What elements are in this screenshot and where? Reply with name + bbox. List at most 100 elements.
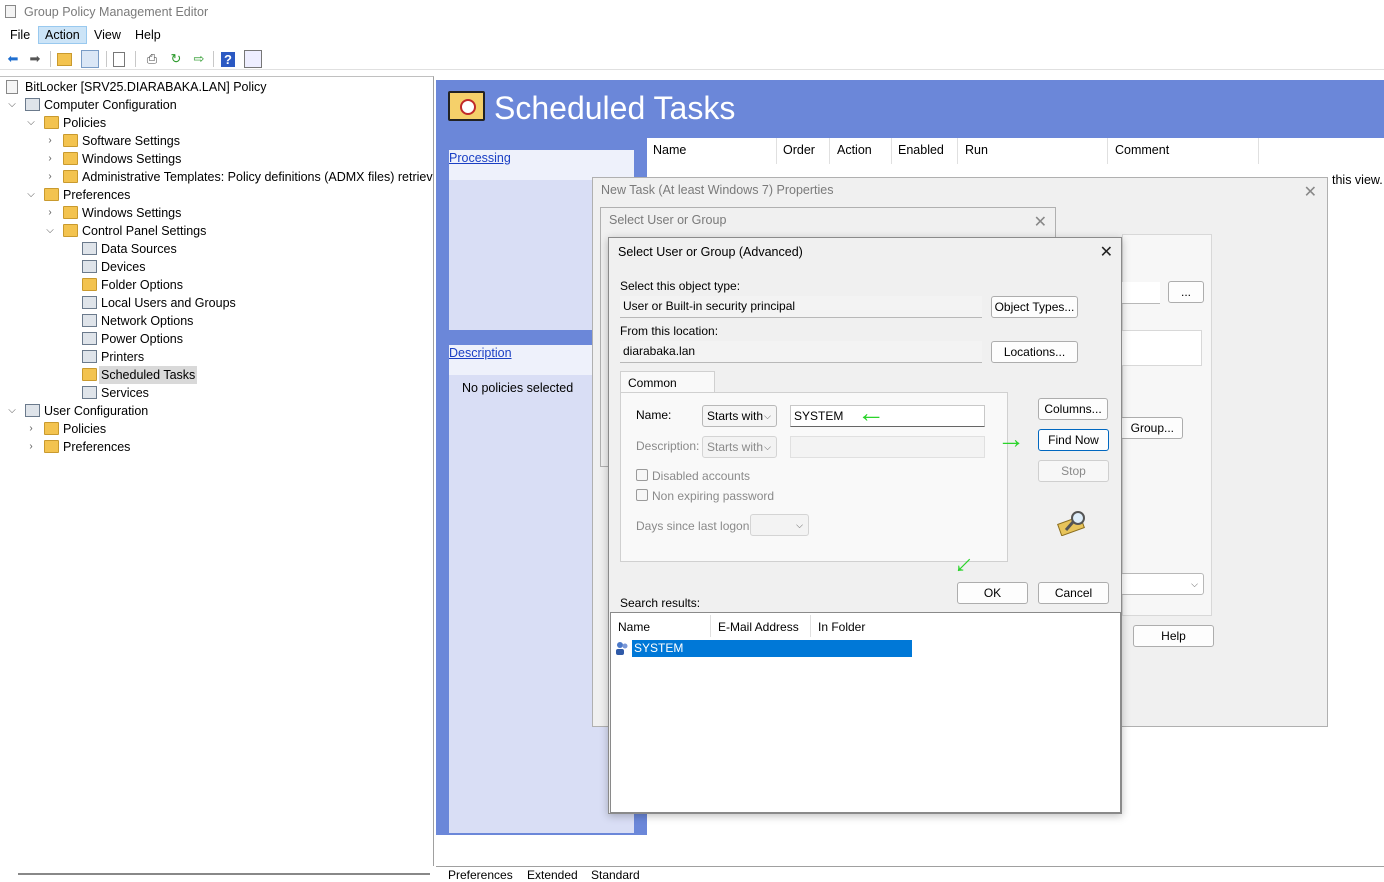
results-column-name[interactable]: Name xyxy=(618,620,650,634)
search-results-list[interactable]: Name E-Mail Address In Folder SYSTEM xyxy=(610,612,1121,813)
chevron-down-icon[interactable]: ⌵ xyxy=(25,186,37,204)
select-user-group-advanced-dialog: Select User or Group (Advanced) ✕ Select… xyxy=(608,237,1122,814)
control-panel-icon xyxy=(63,224,78,237)
dialog-title: Select User or Group xyxy=(609,213,727,227)
network-icon xyxy=(82,314,97,327)
printer-icon xyxy=(82,350,97,363)
chevron-down-icon[interactable]: ⌵ xyxy=(25,114,37,132)
ok-button[interactable]: OK xyxy=(957,582,1028,604)
folder-icon xyxy=(44,422,59,435)
days-since-logon-select[interactable]: ⌵ xyxy=(750,514,809,536)
columns-button[interactable]: Columns... xyxy=(1038,398,1108,420)
change-group-button[interactable]: Group... xyxy=(1120,417,1183,439)
days-since-logon-label: Days since last logon: xyxy=(636,519,753,533)
description-input[interactable] xyxy=(790,436,985,458)
result-system: SYSTEM xyxy=(632,640,912,657)
empty-view-message: this view. xyxy=(1332,173,1383,187)
disabled-accounts-checkbox[interactable] xyxy=(636,469,648,481)
window-title: Group Policy Management Editor xyxy=(24,5,209,19)
column-header-run[interactable]: Run xyxy=(965,143,988,157)
column-header-order[interactable]: Order xyxy=(783,143,815,157)
chevron-right-icon[interactable]: › xyxy=(25,420,37,438)
processing-link[interactable]: Processing xyxy=(449,151,511,165)
column-header-comment[interactable]: Comment xyxy=(1115,143,1169,157)
folder-icon xyxy=(63,170,78,183)
power-icon xyxy=(82,332,97,345)
locations-button[interactable]: Locations... xyxy=(991,341,1078,363)
chevron-right-icon[interactable]: › xyxy=(44,150,56,168)
results-column-email[interactable]: E-Mail Address xyxy=(718,620,799,634)
close-icon[interactable]: ✕ xyxy=(1100,242,1113,262)
chevron-down-icon[interactable]: ⌵ xyxy=(6,96,18,114)
task-dropdown[interactable]: ⌵ xyxy=(1120,573,1204,595)
devices-icon xyxy=(82,260,97,273)
menu-view[interactable]: View xyxy=(88,27,127,43)
object-types-button[interactable]: Object Types... xyxy=(991,296,1078,318)
menu-action[interactable]: Action xyxy=(38,26,87,44)
column-header-enabled[interactable]: Enabled xyxy=(898,143,944,157)
print-icon[interactable]: ⎙ xyxy=(143,50,161,68)
close-icon[interactable]: ✕ xyxy=(1304,182,1317,202)
results-column-in-folder[interactable]: In Folder xyxy=(818,620,865,634)
tab-common-queries[interactable]: Common Queries xyxy=(620,371,715,404)
properties-icon[interactable] xyxy=(113,52,125,67)
user-icon xyxy=(25,404,40,417)
export-icon[interactable]: ⇨ xyxy=(190,50,208,68)
chevron-right-icon[interactable]: › xyxy=(44,204,56,222)
tree-horizontal-scrollbar[interactable] xyxy=(18,873,430,875)
dialog-title: New Task (At least Windows 7) Properties xyxy=(601,183,834,197)
dialog-title: Select User or Group (Advanced) xyxy=(618,245,803,259)
object-type-label: Select this object type: xyxy=(620,279,741,293)
browse-button[interactable]: ... xyxy=(1168,281,1204,303)
refresh-icon[interactable]: ↻ xyxy=(167,50,185,68)
tree-pane: BitLocker [SRV25.DIARABAKA.LAN] Policy ⌵… xyxy=(0,76,434,866)
chevron-down-icon[interactable]: ⌵ xyxy=(44,222,56,240)
task-field[interactable] xyxy=(1120,282,1160,304)
description-mode-select[interactable]: Starts with ⌵ xyxy=(702,436,777,458)
chevron-right-icon[interactable]: › xyxy=(44,168,56,186)
common-queries-panel: Name: Starts with ⌵ SYSTEM Description: S… xyxy=(620,392,1008,562)
folder-icon xyxy=(44,188,59,201)
menu-file[interactable]: File xyxy=(4,27,36,43)
services-icon xyxy=(82,386,97,399)
description-link[interactable]: Description xyxy=(449,346,512,360)
table-row[interactable]: SYSTEM xyxy=(613,640,912,657)
scheduled-tasks-icon xyxy=(82,368,97,381)
help-icon[interactable]: ? xyxy=(221,52,235,67)
task-text-area[interactable] xyxy=(1120,330,1202,366)
name-mode-select[interactable]: Starts with ⌵ xyxy=(702,405,777,427)
tab-preferences[interactable]: Preferences xyxy=(448,868,513,882)
no-policies-text: No policies selected xyxy=(462,381,574,395)
non-expiring-password-checkbox[interactable] xyxy=(636,489,648,501)
chevron-right-icon[interactable]: › xyxy=(25,438,37,456)
name-label: Name: xyxy=(636,408,672,422)
folder-icon xyxy=(63,206,78,219)
stop-button[interactable]: Stop xyxy=(1038,460,1109,482)
location-label: From this location: xyxy=(620,324,719,338)
folder-icon xyxy=(44,440,59,453)
non-expiring-password-label: Non expiring password xyxy=(652,489,775,503)
folder-icon xyxy=(63,134,78,147)
chevron-down-icon[interactable]: ⌵ xyxy=(6,402,18,420)
help-button[interactable]: Help xyxy=(1133,625,1214,647)
up-folder-icon[interactable] xyxy=(57,53,72,66)
column-header-name[interactable]: Name xyxy=(653,143,686,157)
computer-icon xyxy=(25,98,40,111)
tab-extended[interactable]: Extended xyxy=(527,868,578,882)
forward-icon[interactable]: ➡ xyxy=(26,50,44,68)
tab-standard[interactable]: Standard xyxy=(591,868,640,882)
close-icon[interactable]: ✕ xyxy=(1034,212,1047,232)
column-header-action[interactable]: Action xyxy=(837,143,872,157)
name-input[interactable]: SYSTEM xyxy=(790,405,985,427)
page-title: Scheduled Tasks xyxy=(494,90,736,126)
folder-icon xyxy=(63,152,78,165)
cancel-button[interactable]: Cancel xyxy=(1038,582,1109,604)
policy-doc-icon xyxy=(6,80,18,94)
menu-help[interactable]: Help xyxy=(129,27,167,43)
chevron-right-icon[interactable]: › xyxy=(44,132,56,150)
show-action-pane-icon[interactable] xyxy=(244,50,262,68)
back-icon[interactable]: ⬅ xyxy=(4,50,22,68)
arrow-right-annotation: → xyxy=(997,423,1025,454)
find-now-button[interactable]: Find Now xyxy=(1038,429,1109,451)
show-hide-tree-icon[interactable] xyxy=(81,50,99,68)
